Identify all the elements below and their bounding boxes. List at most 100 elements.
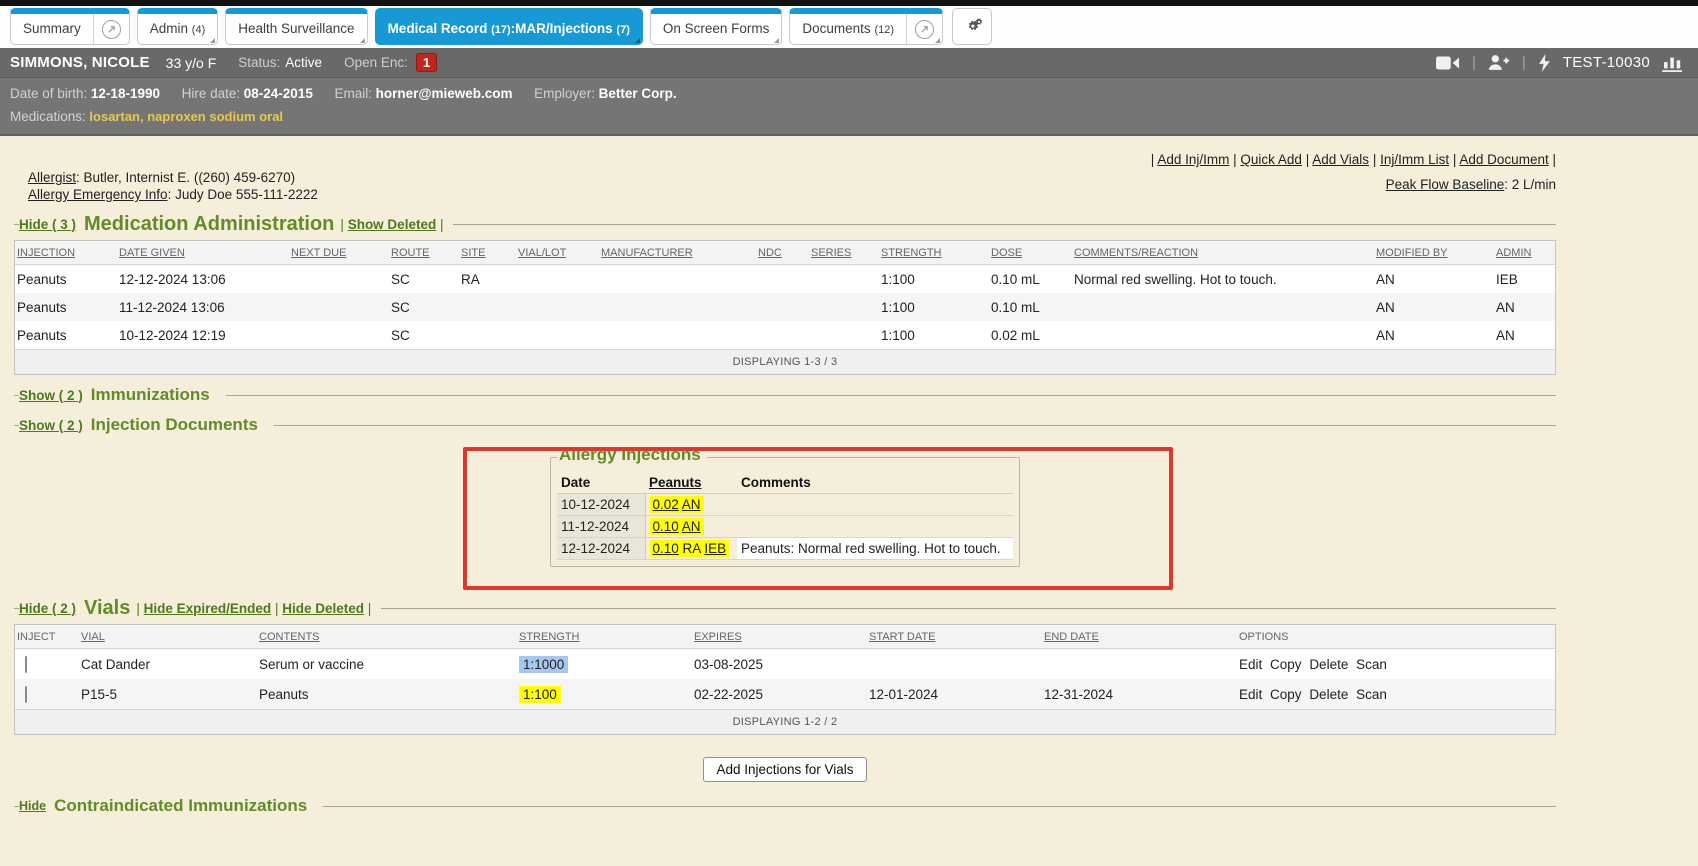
cell-modified-by: AN (1374, 296, 1494, 319)
delete-link[interactable]: Delete (1309, 657, 1348, 672)
injection-documents-show-toggle[interactable]: Show ( 2 ) (19, 418, 83, 433)
add-document-link[interactable]: Add Document (1459, 152, 1548, 167)
add-person-icon[interactable] (1488, 54, 1510, 71)
ai-dose-link[interactable]: 0.10 (653, 541, 679, 556)
tab-on-screen-forms[interactable]: On Screen Forms (650, 8, 783, 45)
hide-expired-ended-link[interactable]: Hide Expired/Ended (144, 601, 272, 616)
mar-row-1: Peanuts 12-12-2024 13:06 SC RA 1:100 0.1… (15, 265, 1555, 293)
col-site[interactable]: SITE (459, 241, 516, 264)
col-expires[interactable]: EXPIRES (692, 625, 867, 648)
cell-series (809, 275, 879, 283)
vials-hide-toggle[interactable]: Hide ( 2 ) (19, 601, 76, 616)
video-camera-icon[interactable] (1436, 55, 1460, 71)
tab-bar: Summary Admin (4) Health Surveillance Me… (0, 6, 1698, 48)
scan-link[interactable]: Scan (1356, 657, 1387, 672)
cell-site: RA (459, 268, 516, 291)
tab-medical-record-active[interactable]: Medical Record (17):MAR/Injections (7) (375, 8, 643, 45)
col-contents[interactable]: CONTENTS (257, 625, 517, 648)
col-strength[interactable]: STRENGTH (879, 241, 989, 264)
tab-summary[interactable]: Summary (10, 8, 130, 45)
col-dose[interactable]: DOSE (989, 241, 1072, 264)
tab-medical-record-sub: :MAR/Injections (511, 21, 617, 36)
tab-admin[interactable]: Admin (4) (137, 8, 218, 45)
col-vial[interactable]: VIAL (79, 625, 257, 648)
col-route[interactable]: ROUTE (389, 241, 459, 264)
ai-date: 12-12-2024 (557, 538, 645, 560)
tab-corner-fold-icon (935, 38, 940, 43)
bar-chart-icon[interactable] (1662, 54, 1684, 72)
ai-date: 11-12-2024 (557, 516, 645, 538)
col-injection[interactable]: INJECTION (15, 241, 117, 264)
col-next-due[interactable]: NEXT DUE (289, 241, 389, 264)
settings-button[interactable] (952, 8, 992, 45)
open-encounter-badge[interactable]: 1 (416, 53, 437, 72)
gear-icon (961, 17, 983, 37)
email-label: Email: (334, 86, 372, 101)
cell-route: SC (389, 324, 459, 347)
delete-link[interactable]: Delete (1309, 687, 1348, 702)
medication-link-losartan[interactable]: losartan, (89, 109, 143, 124)
cell-ndc (756, 275, 809, 283)
vials-paging-status: DISPLAYING 1-2 / 2 (15, 709, 1555, 734)
col-vial-lot[interactable]: VIAL/LOT (516, 241, 599, 264)
add-inj-imm-link[interactable]: Add Inj/Imm (1157, 152, 1229, 167)
tab-on-screen-forms-label: On Screen Forms (651, 14, 782, 44)
show-deleted-link[interactable]: Show Deleted (348, 217, 437, 232)
cell-injection: Peanuts (15, 324, 117, 347)
tab-health-surveillance[interactable]: Health Surveillance (225, 8, 367, 45)
injection-documents-title: Injection Documents (91, 415, 258, 435)
medication-link-naproxen[interactable]: naproxen sodium oral (147, 109, 283, 124)
ai-initials-link[interactable]: IEB (704, 541, 726, 556)
ai-initials-link[interactable]: AN (682, 497, 701, 512)
col-date-given[interactable]: DATE GIVEN (117, 241, 289, 264)
col-start-date[interactable]: START DATE (867, 625, 1042, 648)
mar-hide-toggle[interactable]: Hide ( 3 ) (19, 217, 76, 232)
copy-link[interactable]: Copy (1270, 687, 1302, 702)
cell-manufacturer (599, 275, 756, 283)
lightning-bolt-icon[interactable] (1538, 54, 1551, 72)
allergy-injections-table: Date Peanuts Comments 10-12-2024 0.02 AN… (557, 472, 1013, 560)
ai-dose-link[interactable]: 0.02 (653, 497, 679, 512)
inj-imm-list-link[interactable]: Inj/Imm List (1380, 152, 1449, 167)
edit-link[interactable]: Edit (1239, 687, 1262, 702)
summary-popout-button[interactable] (93, 14, 129, 44)
quick-add-link[interactable]: Quick Add (1240, 152, 1302, 167)
mar-table: INJECTION DATE GIVEN NEXT DUE ROUTE SITE… (14, 240, 1556, 375)
inject-checkbox[interactable] (25, 686, 27, 703)
allergy-emergency-info-link[interactable]: Allergy Emergency Info (28, 187, 168, 202)
col-modified-by[interactable]: MODIFIED BY (1374, 241, 1494, 264)
employer-value: Better Corp. (599, 86, 677, 101)
cell-dose: 0.10 mL (989, 268, 1072, 291)
scan-link[interactable]: Scan (1356, 687, 1387, 702)
ai-col-peanuts[interactable]: Peanuts (645, 472, 737, 494)
col-admin[interactable]: ADMIN (1494, 241, 1555, 264)
col-strength[interactable]: STRENGTH (517, 625, 692, 648)
patient-name: SIMMONS, NICOLE (10, 54, 150, 71)
tab-corner-fold-icon (774, 38, 779, 43)
hide-deleted-link[interactable]: Hide Deleted (282, 601, 364, 616)
status-value: Active (285, 55, 322, 70)
tab-corner-fold-icon (210, 38, 215, 43)
edit-link[interactable]: Edit (1239, 657, 1262, 672)
ai-initials-link[interactable]: AN (682, 519, 701, 534)
vials-table: INJECT VIAL CONTENTS STRENGTH EXPIRES ST… (14, 624, 1556, 735)
ai-dose-link[interactable]: 0.10 (653, 519, 679, 534)
col-series[interactable]: SERIES (809, 241, 879, 264)
add-injections-for-vials-button[interactable]: Add Injections for Vials (703, 757, 866, 782)
allergist-link[interactable]: Allergist (28, 170, 76, 185)
cell-modified-by: AN (1374, 268, 1494, 291)
col-ndc[interactable]: NDC (756, 241, 809, 264)
tab-documents[interactable]: Documents (12) (789, 8, 943, 45)
cell-site (459, 331, 516, 339)
immunizations-show-toggle[interactable]: Show ( 2 ) (19, 388, 83, 403)
ai-comment (737, 516, 1013, 538)
inject-checkbox[interactable] (25, 656, 27, 673)
col-comments[interactable]: COMMENTS/REACTION (1072, 241, 1374, 264)
col-manufacturer[interactable]: MANUFACTURER (599, 241, 756, 264)
contraindicated-hide-toggle[interactable]: Hide (19, 799, 46, 813)
peak-flow-baseline-link[interactable]: Peak Flow Baseline (1386, 177, 1505, 192)
col-end-date[interactable]: END DATE (1042, 625, 1237, 648)
add-vials-link[interactable]: Add Vials (1312, 152, 1369, 167)
copy-link[interactable]: Copy (1270, 657, 1302, 672)
injection-documents-header: Show ( 2 ) Injection Documents (14, 415, 1556, 435)
